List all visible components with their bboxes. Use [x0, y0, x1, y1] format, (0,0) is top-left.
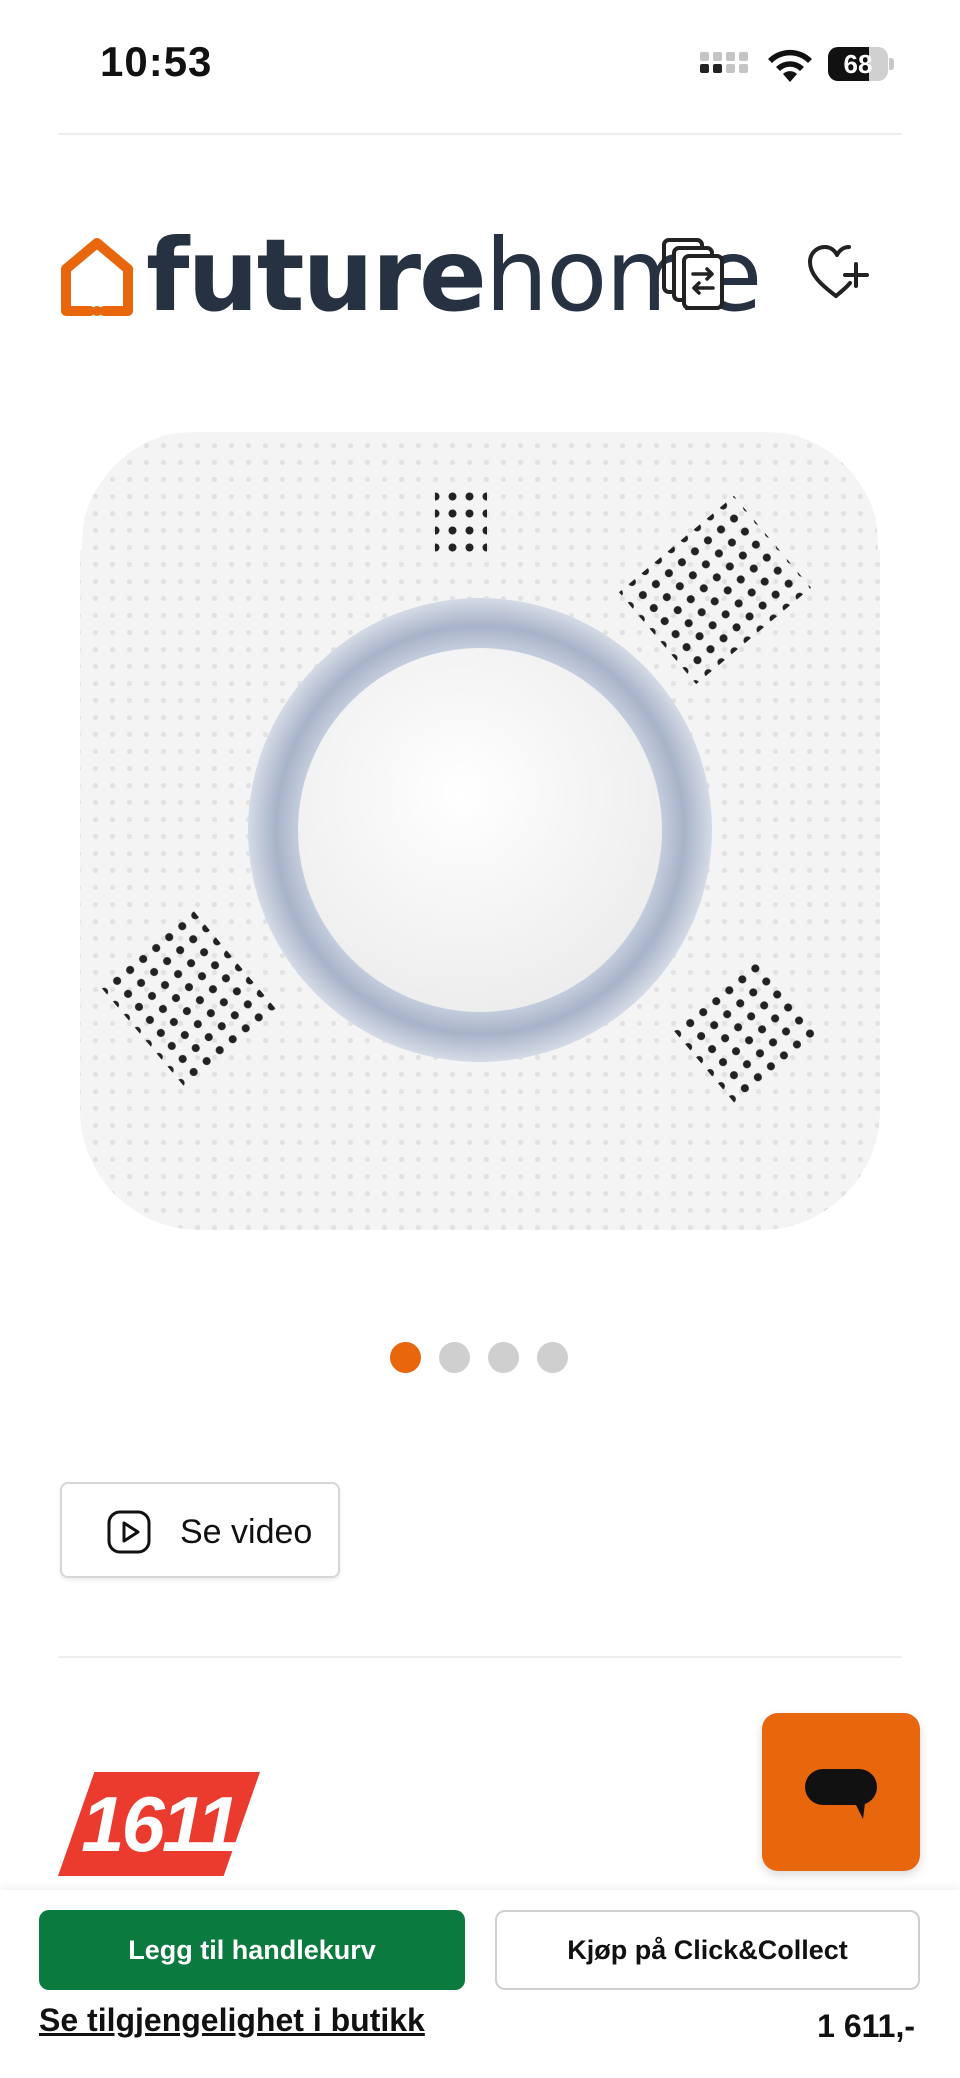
see-video-button[interactable]: Se video: [60, 1482, 340, 1578]
play-icon: [107, 1510, 151, 1554]
carousel-dot-4[interactable]: [537, 1342, 568, 1373]
brand-logo[interactable]: futurehome: [58, 217, 762, 334]
wifi-icon: [768, 49, 812, 82]
status-time: 10:53: [100, 38, 213, 85]
price-badge: 1611: [58, 1772, 260, 1876]
bottom-price: 1 611,-: [817, 2008, 915, 2044]
wishlist-add-icon[interactable]: [806, 240, 872, 306]
carousel-dots: [390, 1342, 568, 1374]
click-and-collect-button[interactable]: Kjøp på Click&Collect: [495, 1910, 920, 1990]
brand-name-bold: future: [146, 217, 487, 334]
store-availability-link[interactable]: Se tilgjengelighet i butikk: [39, 2002, 425, 2039]
smoke-detector-image[interactable]: [70, 420, 890, 1240]
carousel-dot-1[interactable]: [390, 1342, 421, 1373]
chat-bubble-icon: [805, 1769, 877, 1819]
house-logo-icon: [61, 238, 133, 316]
top-divider: [58, 133, 902, 135]
cellular-signal-icon: [700, 52, 752, 82]
bottom-action-bar: Legg til handlekurv Kjøp på Click&Collec…: [0, 1890, 960, 2078]
battery-level: 68: [843, 49, 873, 79]
price-badge-value: 1611: [81, 1780, 240, 1868]
add-to-cart-button[interactable]: Legg til handlekurv: [39, 1910, 465, 1990]
compare-icon[interactable]: [660, 236, 730, 314]
carousel-dot-2[interactable]: [439, 1342, 470, 1373]
chat-button[interactable]: [762, 1713, 920, 1871]
battery-icon: 68: [828, 47, 894, 81]
status-bar: 10:53 68: [0, 0, 960, 130]
see-video-label: Se video: [180, 1513, 313, 1551]
carousel-dot-3[interactable]: [488, 1342, 519, 1373]
section-divider: [58, 1656, 902, 1658]
